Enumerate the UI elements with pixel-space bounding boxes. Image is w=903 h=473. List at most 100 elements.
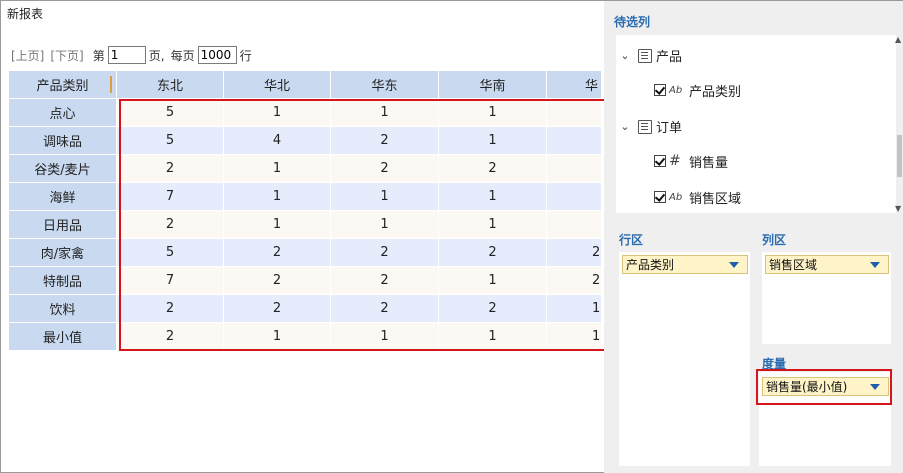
table-cell[interactable]: 1 bbox=[224, 155, 331, 183]
tree-group-product[interactable]: ⌄ 产品 bbox=[618, 44, 682, 66]
row-header[interactable]: 肉/家禽 bbox=[9, 239, 117, 267]
table-cell[interactable]: 2 bbox=[331, 127, 439, 155]
page-suffix-label: 页, bbox=[148, 48, 165, 63]
table-cell[interactable]: 2 bbox=[224, 267, 331, 295]
corner-header[interactable]: 产品类别 bbox=[9, 71, 117, 99]
table-cell[interactable]: 2 bbox=[224, 295, 331, 323]
scroll-up-icon[interactable]: ▲ bbox=[895, 35, 901, 44]
row-header[interactable]: 日用品 bbox=[9, 211, 117, 239]
table-cell[interactable]: 2 bbox=[117, 211, 224, 239]
table-cell[interactable]: 1 bbox=[439, 99, 547, 127]
column-header[interactable]: 华南 bbox=[439, 71, 547, 99]
table-cell[interactable]: 1 bbox=[439, 211, 547, 239]
table-cell[interactable]: 2 bbox=[439, 155, 547, 183]
table-cell[interactable]: 1 bbox=[439, 127, 547, 155]
table-cell[interactable] bbox=[547, 99, 601, 127]
measure-zone[interactable]: 销售量(最小值) bbox=[759, 372, 891, 466]
dropdown-caret-icon[interactable] bbox=[729, 262, 739, 268]
next-page-link[interactable]: [下页] bbox=[50, 47, 83, 64]
tree-field-sales-volume[interactable]: # 销售量 bbox=[654, 150, 728, 172]
table-row: 点心 5 1 1 1 bbox=[9, 99, 601, 127]
dropdown-caret-icon[interactable] bbox=[870, 384, 880, 390]
row-header[interactable]: 饮料 bbox=[9, 295, 117, 323]
scroll-down-icon[interactable]: ▼ bbox=[895, 204, 901, 213]
column-field-chip[interactable]: 销售区域 bbox=[765, 255, 889, 274]
row-header[interactable]: 调味品 bbox=[9, 127, 117, 155]
table-cell[interactable]: 1 bbox=[224, 183, 331, 211]
row-header[interactable]: 海鲜 bbox=[9, 183, 117, 211]
checkbox-checked[interactable] bbox=[654, 155, 666, 167]
column-zone[interactable]: 销售区域 bbox=[762, 252, 891, 344]
page-prefix-label: 第 bbox=[92, 48, 105, 63]
tree-group-order[interactable]: ⌄ 订单 bbox=[618, 115, 682, 137]
table-cell[interactable]: 5 bbox=[117, 239, 224, 267]
tree-field-label: 产品类别 bbox=[689, 84, 742, 100]
table-cell[interactable]: 7 bbox=[117, 183, 224, 211]
table-row: 日用品 2 1 1 1 bbox=[9, 211, 601, 239]
table-cell[interactable]: 2 bbox=[331, 155, 439, 183]
table-cell[interactable]: 2 bbox=[439, 295, 547, 323]
table-cell[interactable]: 2 bbox=[224, 239, 331, 267]
table-cell[interactable] bbox=[547, 155, 601, 183]
table-cell[interactable]: 1 bbox=[224, 323, 331, 351]
table-cell[interactable]: 2 bbox=[547, 239, 601, 267]
pivot-grid: 产品类别 东北 华北 华东 华南 华 点心 5 1 1 1 调味品 5 4 2 1 谷类/麦片 2 1 2… bbox=[9, 71, 601, 351]
table-cell[interactable]: 1 bbox=[331, 183, 439, 211]
table-cell[interactable]: 2 bbox=[117, 295, 224, 323]
column-header[interactable]: 华北 bbox=[224, 71, 331, 99]
row-header[interactable]: 最小值 bbox=[9, 323, 117, 351]
row-header[interactable]: 特制品 bbox=[9, 267, 117, 295]
checkbox-checked[interactable] bbox=[654, 191, 666, 203]
table-cell[interactable]: 2 bbox=[117, 155, 224, 183]
table-cell[interactable]: 2 bbox=[331, 295, 439, 323]
table-cell[interactable]: 1 bbox=[439, 267, 547, 295]
column-header-row: 产品类别 东北 华北 华东 华南 华 bbox=[9, 71, 601, 99]
page-size-prefix-label: 每页 bbox=[170, 48, 195, 63]
tree-field-product-category[interactable]: Ab 产品类别 bbox=[654, 79, 741, 101]
table-cell[interactable]: 1 bbox=[331, 211, 439, 239]
page-size-input[interactable] bbox=[197, 46, 237, 64]
row-header[interactable]: 点心 bbox=[9, 99, 117, 127]
table-cell[interactable]: 1 bbox=[331, 99, 439, 127]
table-cell[interactable]: 5 bbox=[117, 127, 224, 155]
table-cell[interactable] bbox=[547, 211, 601, 239]
measure-field-chip[interactable]: 销售量(最小值) bbox=[762, 377, 889, 396]
table-cell[interactable]: 1 bbox=[439, 323, 547, 351]
available-columns-title: 待选列 bbox=[614, 15, 651, 29]
table-cell[interactable] bbox=[547, 183, 601, 211]
table-cell[interactable]: 2 bbox=[547, 267, 601, 295]
chevron-down-icon[interactable]: ⌄ bbox=[618, 120, 632, 133]
chevron-down-icon[interactable]: ⌄ bbox=[618, 49, 632, 62]
row-zone[interactable]: 产品类别 bbox=[619, 252, 750, 466]
table-cell[interactable]: 7 bbox=[117, 267, 224, 295]
folder-icon bbox=[636, 119, 652, 134]
table-cell[interactable]: 5 bbox=[117, 99, 224, 127]
prev-page-link[interactable]: [上页] bbox=[11, 47, 44, 64]
row-field-chip[interactable]: 产品类别 bbox=[622, 255, 748, 274]
table-cell[interactable]: 2 bbox=[439, 239, 547, 267]
table-cell[interactable]: 1 bbox=[224, 211, 331, 239]
column-resize-handle[interactable] bbox=[110, 76, 112, 93]
checkbox-checked[interactable] bbox=[654, 84, 666, 96]
table-cell[interactable]: 1 bbox=[547, 323, 601, 351]
table-cell[interactable]: 1 bbox=[439, 183, 547, 211]
column-header[interactable]: 华东 bbox=[331, 71, 439, 99]
table-cell[interactable]: 2 bbox=[331, 239, 439, 267]
table-cell[interactable]: 1 bbox=[224, 99, 331, 127]
row-header[interactable]: 谷类/麦片 bbox=[9, 155, 117, 183]
table-cell[interactable] bbox=[547, 127, 601, 155]
tree-field-label: 销售区域 bbox=[689, 191, 742, 207]
table-cell[interactable]: 2 bbox=[117, 323, 224, 351]
table-cell[interactable]: 4 bbox=[224, 127, 331, 155]
table-cell[interactable]: 1 bbox=[331, 323, 439, 351]
table-cell[interactable]: 1 bbox=[547, 295, 601, 323]
text-field-icon: Ab bbox=[669, 84, 683, 96]
column-header[interactable]: 华 bbox=[547, 71, 601, 99]
tree-field-sales-region[interactable]: Ab 销售区域 bbox=[654, 186, 741, 208]
field-tree-scrollbar[interactable]: ▲ ▼ bbox=[895, 35, 903, 213]
column-header[interactable]: 东北 bbox=[117, 71, 224, 99]
scrollbar-thumb[interactable] bbox=[897, 135, 902, 177]
table-cell[interactable]: 2 bbox=[331, 267, 439, 295]
page-number-input[interactable] bbox=[107, 46, 146, 64]
dropdown-caret-icon[interactable] bbox=[870, 262, 880, 268]
